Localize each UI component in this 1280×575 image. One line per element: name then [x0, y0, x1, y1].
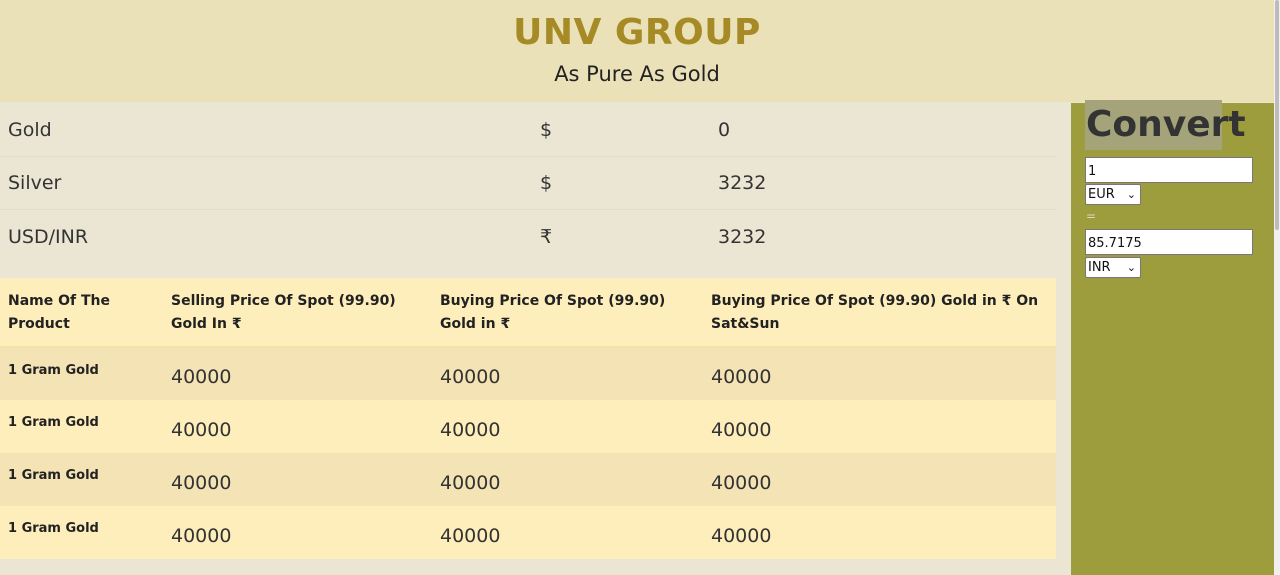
- column-header-weekend-buying-price: Buying Price Of Spot (99.90) Gold in ₹ O…: [703, 278, 1056, 348]
- rate-currency: ₹: [540, 225, 553, 248]
- buying-price-cell: 40000: [432, 347, 703, 400]
- equals-sign: =: [1086, 209, 1097, 223]
- rate-name: Gold: [8, 119, 52, 141]
- column-header-product: Name Of The Product: [0, 278, 163, 348]
- selling-price-cell: 40000: [163, 347, 432, 400]
- rate-row-silver: Silver $ 3232: [0, 157, 1056, 210]
- product-name-cell: 1 Gram Gold: [0, 506, 163, 559]
- currency-converter-panel: Convert EUR ⌄ = INR ⌄: [1071, 100, 1274, 575]
- weekend-buying-price-cell: 40000: [703, 400, 1056, 453]
- weekend-buying-price-cell: 40000: [703, 453, 1056, 506]
- spot-rates-list: Gold $ 0 Silver $ 3232 USD/INR ₹ 3232: [0, 104, 1056, 263]
- selling-price-cell: 40000: [163, 400, 432, 453]
- rate-row-gold: Gold $ 0: [0, 104, 1056, 157]
- rate-name: USD/INR: [8, 225, 89, 248]
- column-header-buying-price: Buying Price Of Spot (99.90) Gold in ₹: [432, 278, 703, 348]
- table-row: 1 Gram Gold 40000 40000 40000: [0, 506, 1056, 559]
- page-scrollbar[interactable]: [1274, 0, 1280, 575]
- column-header-selling-price: Selling Price Of Spot (99.90) Gold In ₹: [163, 278, 432, 348]
- weekend-buying-price-cell: 40000: [703, 347, 1056, 400]
- rate-row-usd-inr: USD/INR ₹ 3232: [0, 210, 1056, 263]
- to-currency-value: INR: [1088, 260, 1111, 275]
- product-name-cell: 1 Gram Gold: [0, 453, 163, 506]
- to-amount-input[interactable]: [1085, 229, 1253, 255]
- product-name-cell: 1 Gram Gold: [0, 400, 163, 453]
- table-row: 1 Gram Gold 40000 40000 40000: [0, 400, 1056, 453]
- brand-title: UNV GROUP: [513, 12, 761, 53]
- scrollbar-thumb[interactable]: [1275, 0, 1279, 230]
- from-currency-select[interactable]: EUR ⌄: [1085, 184, 1141, 205]
- buying-price-cell: 40000: [432, 400, 703, 453]
- buying-price-cell: 40000: [432, 506, 703, 559]
- converter-title: Convert: [1085, 100, 1246, 150]
- product-name-cell: 1 Gram Gold: [0, 347, 163, 400]
- selling-price-cell: 40000: [163, 506, 432, 559]
- brand-tagline: As Pure As Gold: [554, 62, 720, 86]
- from-amount-input[interactable]: [1085, 157, 1253, 183]
- rate-value: 3232: [718, 172, 767, 194]
- chevron-down-icon: ⌄: [1126, 188, 1136, 201]
- gold-price-table: Name Of The Product Selling Price Of Spo…: [0, 278, 1056, 559]
- rate-name: Silver: [8, 172, 62, 194]
- rate-value: 0: [718, 119, 731, 141]
- from-currency-value: EUR: [1088, 187, 1115, 202]
- chevron-down-icon: ⌄: [1126, 261, 1136, 274]
- site-header: UNV GROUP As Pure As Gold: [0, 0, 1274, 102]
- rate-value: 3232: [718, 225, 767, 248]
- buying-price-cell: 40000: [432, 453, 703, 506]
- weekend-buying-price-cell: 40000: [703, 506, 1056, 559]
- table-header-row: Name Of The Product Selling Price Of Spo…: [0, 278, 1056, 348]
- table-row: 1 Gram Gold 40000 40000 40000: [0, 347, 1056, 400]
- to-currency-select[interactable]: INR ⌄: [1085, 257, 1141, 278]
- selling-price-cell: 40000: [163, 453, 432, 506]
- rate-currency: $: [540, 172, 553, 194]
- table-row: 1 Gram Gold 40000 40000 40000: [0, 453, 1056, 506]
- rate-currency: $: [540, 119, 553, 141]
